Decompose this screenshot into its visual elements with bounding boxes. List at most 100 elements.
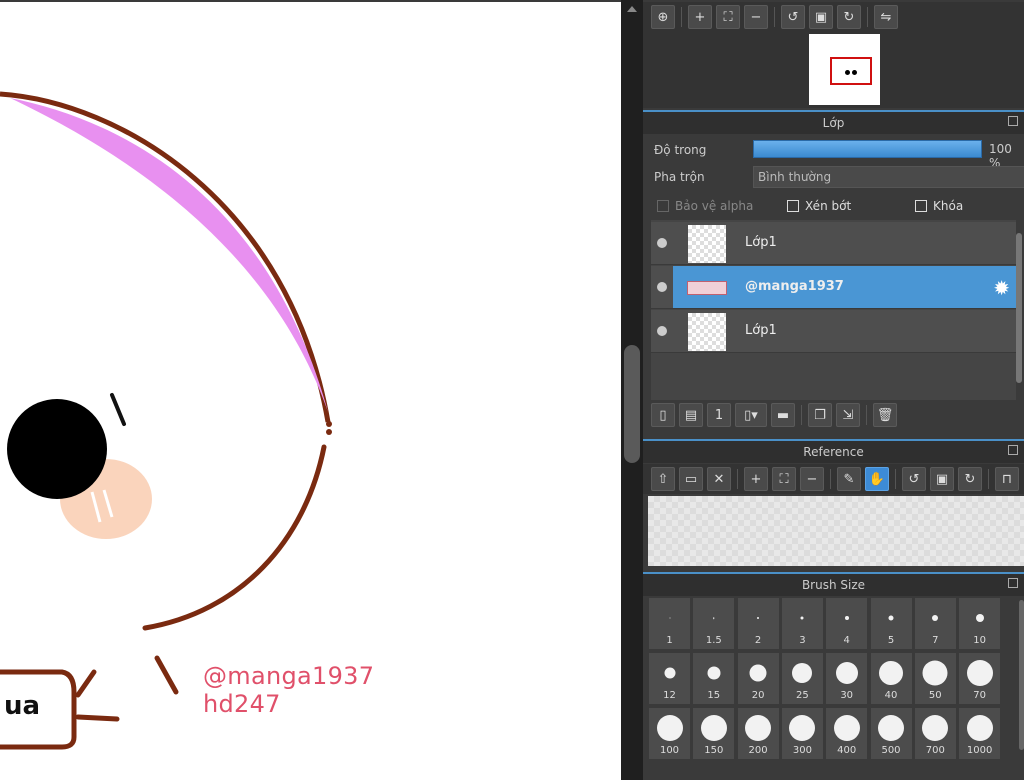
brush-size-cell[interactable]: 3 [780, 597, 824, 650]
brush-size-cell[interactable]: 5 [869, 597, 913, 650]
brush-size-preview-dot [656, 715, 683, 741]
layer-panel-header: Lớp [643, 110, 1024, 134]
checkbox-box[interactable] [787, 200, 799, 212]
layer-scrollbar[interactable] [1016, 233, 1022, 383]
brush-size-cell[interactable]: 1000 [958, 707, 1002, 760]
blend-mode-select[interactable]: Bình thường [753, 166, 1024, 188]
brush-size-cell[interactable]: 25 [780, 652, 824, 705]
brush-size-cell[interactable]: 50 [913, 652, 957, 705]
brush-size-cell[interactable]: 150 [692, 707, 736, 760]
upload-icon[interactable]: ⇧ [651, 467, 675, 491]
layer-row[interactable]: Lớp1 [651, 222, 1016, 265]
new-halftone-layer-icon[interactable]: ▤ [679, 403, 703, 427]
outline-dot [326, 429, 332, 435]
fit-window-icon[interactable]: ⛶ [772, 467, 796, 491]
clipping-checkbox[interactable]: Xén bớt [787, 199, 851, 213]
checkbox-box[interactable] [657, 200, 669, 212]
open-folder-icon[interactable]: ▭ [679, 467, 703, 491]
drawing-canvas[interactable]: ua @manga1937 hd247 [0, 0, 621, 780]
thumbnail-dot [845, 70, 850, 75]
lock-icon[interactable]: ⊓ [995, 467, 1019, 491]
zoom-in-icon[interactable]: + [688, 5, 712, 29]
viewport-frame[interactable] [830, 57, 872, 85]
layer-thumbnail [688, 313, 726, 351]
brush-size-cell[interactable]: 15 [692, 652, 736, 705]
hand-tool-icon[interactable]: ✋ [865, 467, 889, 491]
scroll-up-arrow-icon[interactable] [627, 6, 637, 12]
new-1bit-layer-icon[interactable]: 1 [707, 403, 731, 427]
brush-size-cell[interactable]: 70 [958, 652, 1002, 705]
new-layer-icon[interactable]: ▯ [651, 403, 675, 427]
navigator-thumbnail[interactable] [809, 34, 880, 105]
gear-icon[interactable]: ✹ [993, 276, 1010, 300]
brush-size-label: 1.5 [705, 635, 722, 646]
reset-rotation-icon[interactable]: ▣ [809, 5, 833, 29]
zoom-out-icon[interactable]: − [800, 467, 824, 491]
visibility-icon[interactable] [657, 238, 667, 248]
layer-toolbar: ▯ ▤ 1 ▯▾ ▬ ❐ ⇲ 🗑 [643, 400, 1024, 430]
eyedropper-icon[interactable]: ✎ [837, 467, 861, 491]
reference-image-area[interactable] [648, 496, 1024, 566]
brush-size-cell[interactable]: 20 [736, 652, 780, 705]
brush-size-cell[interactable]: 1 [648, 597, 691, 650]
zoom-fit-icon[interactable]: ⊕ [651, 5, 675, 29]
brush-size-cell[interactable]: 1.5 [692, 597, 736, 650]
brush-size-scrollbar[interactable] [1019, 600, 1024, 750]
opacity-slider[interactable] [753, 140, 982, 158]
brush-size-cell[interactable]: 12 [648, 652, 691, 705]
brush-size-cell[interactable]: 10 [958, 597, 1002, 650]
rotate-left-icon[interactable]: ↺ [902, 467, 926, 491]
visibility-icon[interactable] [657, 282, 667, 292]
zoom-out-icon[interactable]: − [744, 5, 768, 29]
watermark-username: @manga1937 [203, 662, 375, 690]
folder-icon[interactable]: ▬ [771, 403, 795, 427]
brush-size-cell[interactable]: 700 [913, 707, 957, 760]
brush-size-cell[interactable]: 2 [736, 597, 780, 650]
separator [774, 7, 775, 27]
flip-icon[interactable]: ⇋ [874, 5, 898, 29]
lock-checkbox[interactable]: Khóa [915, 199, 963, 213]
brush-size-cell[interactable]: 30 [825, 652, 869, 705]
trash-icon[interactable]: 🗑 [873, 403, 897, 427]
brush-size-cell[interactable]: 200 [736, 707, 780, 760]
brush-size-cell[interactable]: 300 [780, 707, 824, 760]
rotate-left-icon[interactable]: ↺ [781, 5, 805, 29]
separator [801, 405, 802, 425]
brush-size-label: 25 [796, 690, 809, 701]
layer-panel-title: Lớp [822, 116, 845, 130]
brush-size-cell[interactable]: 500 [869, 707, 913, 760]
merge-layer-icon[interactable]: ⇲ [836, 403, 860, 427]
brush-size-preview-dot [878, 715, 904, 741]
brush-size-preview-dot [664, 667, 675, 679]
brush-size-cell[interactable]: 100 [648, 707, 691, 760]
protect-alpha-checkbox[interactable]: Bảo vệ alpha [657, 199, 753, 213]
brush-size-cell[interactable]: 40 [869, 652, 913, 705]
brush-size-preview-dot [713, 617, 715, 619]
layer-row[interactable]: Lớp1 [651, 310, 1016, 353]
scrollbar-thumb[interactable] [624, 345, 640, 463]
popout-icon[interactable] [1008, 578, 1018, 588]
layer-row-eye-cell[interactable] [651, 266, 673, 309]
brush-size-preview-dot [707, 666, 721, 680]
brush-size-cell[interactable]: 7 [913, 597, 957, 650]
rotate-right-icon[interactable]: ↻ [958, 467, 982, 491]
brush-size-cell[interactable]: 400 [825, 707, 869, 760]
layer-list: Lớp1 @manga1937 ✹ Lớp1 [651, 220, 1016, 400]
rotate-right-icon[interactable]: ↻ [837, 5, 861, 29]
canvas-scrollbar[interactable] [621, 0, 643, 780]
blend-mode-value: Bình thường [758, 170, 832, 184]
brush-size-label: 20 [751, 690, 765, 701]
popout-icon[interactable] [1008, 445, 1018, 455]
close-icon[interactable]: ✕ [707, 467, 731, 491]
reset-rotation-icon[interactable]: ▣ [930, 467, 954, 491]
fit-window-icon[interactable]: ⛶ [716, 5, 740, 29]
add-layer-menu-icon[interactable]: ▯▾ [735, 403, 767, 427]
layer-row-selected[interactable]: @manga1937 ✹ [673, 266, 1016, 309]
brush-size-cell[interactable]: 4 [825, 597, 869, 650]
brush-size-label: 300 [792, 745, 812, 756]
visibility-icon[interactable] [657, 326, 667, 336]
zoom-in-icon[interactable]: + [744, 467, 768, 491]
checkbox-box[interactable] [915, 200, 927, 212]
popout-icon[interactable] [1008, 116, 1018, 126]
duplicate-layer-icon[interactable]: ❐ [808, 403, 832, 427]
